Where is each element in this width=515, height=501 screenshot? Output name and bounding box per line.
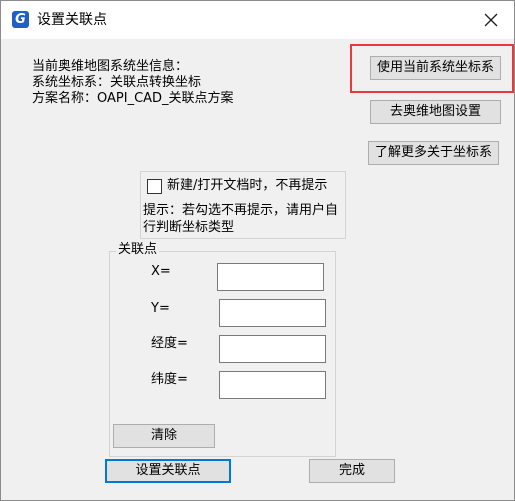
x-label: X=: [151, 264, 171, 279]
highlight-marker: [350, 44, 514, 93]
learn-more-button[interactable]: 了解更多关于坐标系: [368, 141, 499, 165]
info-scheme-name: 方案名称：OAPI_CAD_关联点方案: [32, 91, 234, 106]
clear-button[interactable]: 清除: [113, 424, 215, 448]
latitude-label: 纬度=: [151, 372, 188, 387]
no-prompt-checkbox[interactable]: [147, 179, 162, 194]
info-coordinate-system: 系统坐标系：关联点转换坐标: [32, 75, 202, 90]
dialog-window: G 设置关联点 当前奥维地图系统坐信息： 系统坐标系：关联点转换坐标 方案名称：…: [0, 0, 515, 501]
window-title: 设置关联点: [37, 12, 107, 28]
close-icon: [484, 13, 498, 27]
latitude-input[interactable]: [219, 371, 326, 399]
info-header: 当前奥维地图系统坐信息：: [32, 59, 189, 74]
y-input[interactable]: [219, 299, 326, 327]
longitude-label: 经度=: [151, 336, 188, 351]
title-bar[interactable]: G 设置关联点: [1, 1, 514, 39]
y-label: Y=: [151, 301, 170, 316]
goto-settings-button[interactable]: 去奥维地图设置: [370, 100, 501, 124]
close-button[interactable]: [468, 1, 514, 39]
app-logo-icon: G: [12, 11, 29, 28]
done-button[interactable]: 完成: [309, 459, 395, 483]
group-legend: 关联点: [116, 242, 160, 258]
x-input[interactable]: [217, 263, 324, 291]
hint-text: 提示：若勾选不再提示，请用户自行判断坐标类型: [143, 203, 339, 235]
longitude-input[interactable]: [219, 335, 326, 363]
set-point-button[interactable]: 设置关联点: [105, 459, 231, 483]
no-prompt-label[interactable]: 新建/打开文档时，不再提示: [167, 177, 327, 194]
